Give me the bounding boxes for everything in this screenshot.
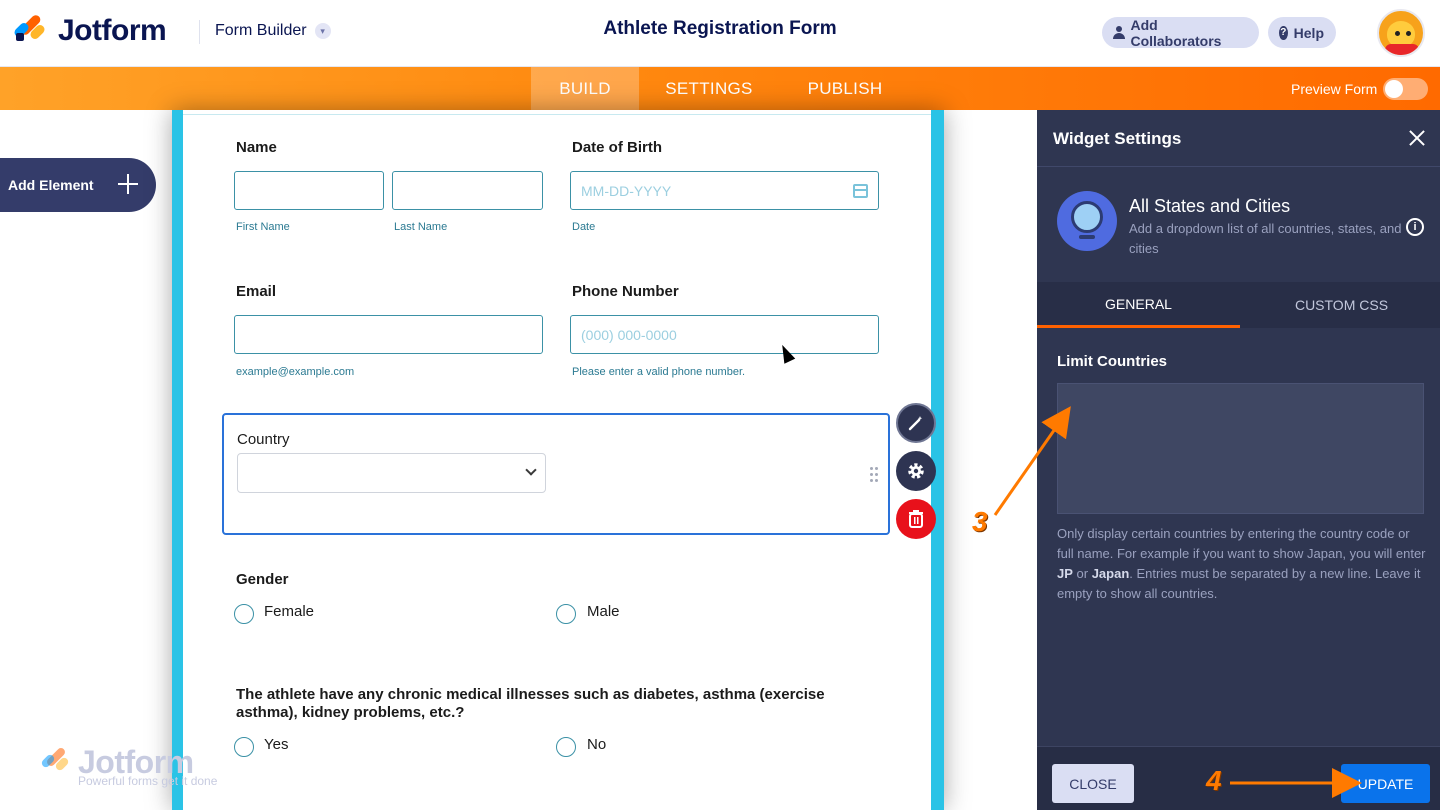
form-title[interactable]: Athlete Registration Form — [603, 18, 836, 39]
panel-title: Widget Settings — [1053, 129, 1182, 148]
limit-countries-label: Limit Countries — [1057, 353, 1168, 370]
answer-no-radio[interactable] — [556, 737, 576, 757]
annotation-step-3: 3 — [972, 506, 988, 537]
jotform-logo[interactable]: Jotform — [12, 13, 167, 49]
add-element-button[interactable]: Add Element — [0, 158, 156, 212]
widget-description: Add a dropdown list of all countries, st… — [1129, 221, 1402, 256]
gender-female-label: Female — [264, 603, 315, 620]
help-icon: ? — [1279, 25, 1288, 40]
answer-no-label: No — [587, 736, 607, 753]
plus-icon — [118, 174, 138, 194]
phone-label: Phone Number — [572, 283, 679, 300]
gender-label: Gender — [236, 571, 289, 588]
magic-wand-icon — [908, 416, 923, 431]
chevron-down-icon: ▾ — [314, 23, 331, 39]
answer-yes-radio[interactable] — [234, 737, 254, 757]
phone-placeholder: (000) 000-0000 — [581, 327, 677, 343]
gender-female-radio[interactable] — [234, 604, 254, 624]
phone-input[interactable]: (000) 000-0000 — [570, 315, 879, 354]
tab-build[interactable]: BUILD — [531, 67, 639, 110]
gender-male-radio[interactable] — [556, 604, 576, 624]
help-button[interactable]: ? Help — [1268, 17, 1336, 48]
avatar[interactable] — [1377, 9, 1425, 57]
tab-publish[interactable]: PUBLISH — [795, 67, 895, 110]
first-name-sublabel: First Name — [236, 221, 290, 233]
drag-handle-icon[interactable] — [870, 467, 880, 483]
limit-countries-textarea[interactable] — [1057, 383, 1424, 514]
country-select[interactable] — [237, 453, 546, 493]
form-top-divider — [183, 114, 931, 115]
builder-nav: BUILD SETTINGS PUBLISH Preview Form — [0, 67, 1440, 110]
calendar-icon[interactable] — [853, 184, 868, 198]
email-label: Email — [236, 283, 277, 300]
help-label: Help — [1293, 24, 1324, 41]
last-name-input[interactable] — [392, 171, 543, 210]
country-label: Country — [237, 431, 290, 448]
widget-name: All States and Cities — [1129, 196, 1291, 216]
delete-field-button[interactable] — [896, 499, 936, 539]
header-divider — [199, 20, 200, 44]
info-icon[interactable]: i — [1406, 218, 1424, 236]
name-label: Name — [236, 139, 277, 156]
dob-input[interactable]: MM-DD-YYYY — [570, 171, 879, 210]
watermark-tagline: Powerful forms get it done — [78, 774, 218, 788]
phone-sublabel: Please enter a valid phone number. — [572, 366, 746, 378]
globe-icon — [1057, 191, 1117, 251]
preview-form-label: Preview Form — [1291, 81, 1378, 97]
wand-button[interactable] — [896, 403, 936, 443]
panel-header: Widget Settings — [1037, 110, 1440, 167]
tab-general[interactable]: GENERAL — [1037, 282, 1240, 328]
preview-form-toggle[interactable] — [1383, 78, 1428, 100]
update-button[interactable]: UPDATE — [1341, 764, 1430, 803]
email-input[interactable] — [234, 315, 543, 354]
widget-settings-panel: Widget Settings All States and Cities Ad… — [1037, 110, 1440, 810]
tab-custom-css[interactable]: CUSTOM CSS — [1240, 282, 1440, 328]
help-text-bold-code: JP — [1057, 566, 1073, 581]
tab-settings[interactable]: SETTINGS — [655, 67, 763, 110]
logo-text: Jotform — [58, 14, 167, 47]
trash-icon — [909, 510, 923, 528]
limit-countries-help: Only display certain countries by enteri… — [1057, 524, 1427, 604]
help-text-part1: Only display certain countries by enteri… — [1057, 526, 1426, 561]
top-header: Jotform Form Builder ▾ Athlete Registrat… — [0, 0, 1440, 67]
form-builder-label: Form Builder — [215, 22, 307, 39]
last-name-sublabel: Last Name — [394, 221, 448, 233]
medical-question-label: The athlete have any chronic medical ill… — [236, 686, 825, 721]
panel-footer: CLOSE UPDATE — [1037, 746, 1440, 810]
answer-yes-label: Yes — [264, 736, 289, 753]
add-element-label: Add Element — [8, 177, 94, 193]
panel-tabs: GENERAL CUSTOM CSS — [1037, 282, 1440, 328]
help-text-or: or — [1072, 566, 1092, 581]
field-settings-button[interactable] — [896, 451, 936, 491]
close-button[interactable]: CLOSE — [1052, 764, 1134, 803]
help-text-bold-name: Japan — [1091, 566, 1130, 581]
add-collaborators-label: Add Collaborators — [1130, 16, 1222, 49]
annotation-step-4: 4 — [1206, 765, 1222, 796]
dob-placeholder: MM-DD-YYYY — [581, 183, 672, 199]
user-icon — [1113, 26, 1126, 39]
add-collaborators-button[interactable]: Add Collaborators — [1102, 16, 1259, 49]
jotform-logo-icon — [12, 13, 48, 48]
dob-label: Date of Birth — [572, 139, 662, 156]
chevron-down-icon — [525, 464, 537, 476]
close-icon[interactable] — [1408, 129, 1426, 147]
jotform-watermark-icon — [40, 746, 72, 778]
form-builder-dropdown[interactable]: Form Builder ▾ — [215, 22, 331, 40]
email-sublabel: example@example.com — [236, 366, 355, 378]
gender-male-label: Male — [587, 603, 620, 620]
dob-sublabel: Date — [572, 221, 596, 233]
gear-icon — [908, 463, 924, 479]
first-name-input[interactable] — [234, 171, 384, 210]
